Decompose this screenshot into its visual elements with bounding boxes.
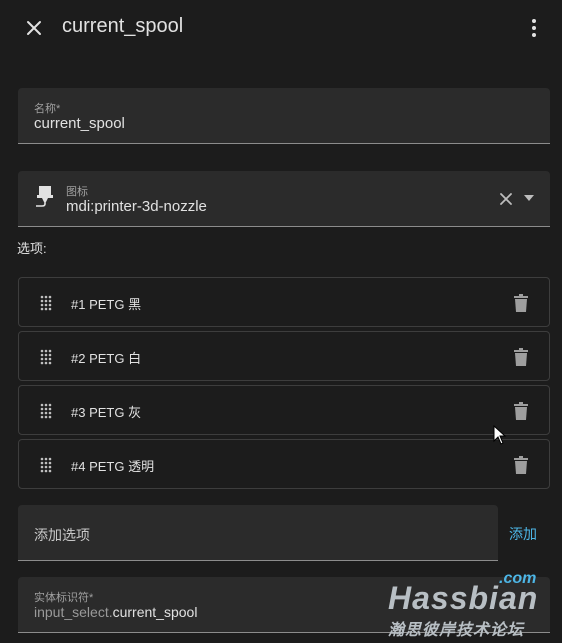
- options-heading: 选项:: [17, 241, 47, 256]
- icon-field[interactable]: 图标 mdi:printer-3d-nozzle: [18, 171, 550, 227]
- option-label: #4 PETG 透明: [71, 459, 155, 474]
- add-option-button[interactable]: 添加: [509, 524, 537, 544]
- close-icon: [27, 21, 41, 35]
- option-label: #2 PETG 白: [71, 351, 142, 366]
- more-vertical-icon: [532, 19, 536, 37]
- entity-id-field[interactable]: 实体标识符* input_select.current_spool: [18, 577, 550, 633]
- entity-id-label: 实体标识符*: [34, 592, 94, 604]
- add-option-placeholder: 添加选项: [34, 527, 90, 543]
- entity-id-suffix: current_spool: [112, 604, 198, 620]
- printer-3d-nozzle-icon: [36, 186, 53, 207]
- clear-icon[interactable]: [498, 191, 514, 207]
- dialog-header: current_spool: [0, 0, 562, 56]
- mouse-cursor-icon: [493, 425, 507, 445]
- delete-icon[interactable]: [514, 402, 528, 420]
- option-row: #1 PETG 黑: [18, 277, 550, 327]
- delete-icon[interactable]: [514, 294, 528, 312]
- close-button[interactable]: [20, 14, 48, 42]
- delete-icon[interactable]: [514, 456, 528, 474]
- drag-handle-icon[interactable]: [40, 295, 52, 311]
- entity-id-prefix: input_select.: [34, 604, 113, 620]
- entity-id-value[interactable]: input_select.current_spool: [34, 604, 197, 620]
- name-field-label: 名称*: [34, 103, 61, 115]
- drag-handle-icon[interactable]: [40, 403, 52, 419]
- option-row: #4 PETG 透明: [18, 439, 550, 489]
- icon-field-label: 图标: [66, 186, 88, 198]
- delete-icon[interactable]: [514, 348, 528, 366]
- dropdown-arrow-icon[interactable]: [522, 193, 536, 203]
- dialog-title: current_spool: [62, 15, 184, 37]
- option-label: #3 PETG 灰: [71, 405, 142, 420]
- option-row: #3 PETG 灰: [18, 385, 550, 435]
- drag-handle-icon[interactable]: [40, 457, 52, 473]
- overflow-menu-button[interactable]: [522, 14, 546, 42]
- add-option-input[interactable]: 添加选项: [18, 505, 498, 561]
- option-label: #1 PETG 黑: [71, 297, 142, 312]
- icon-field-value[interactable]: mdi:printer-3d-nozzle: [66, 198, 207, 215]
- name-field[interactable]: 名称* current_spool: [18, 88, 550, 144]
- option-row: #2 PETG 白: [18, 331, 550, 381]
- name-field-value[interactable]: current_spool: [34, 115, 125, 132]
- drag-handle-icon[interactable]: [40, 349, 52, 365]
